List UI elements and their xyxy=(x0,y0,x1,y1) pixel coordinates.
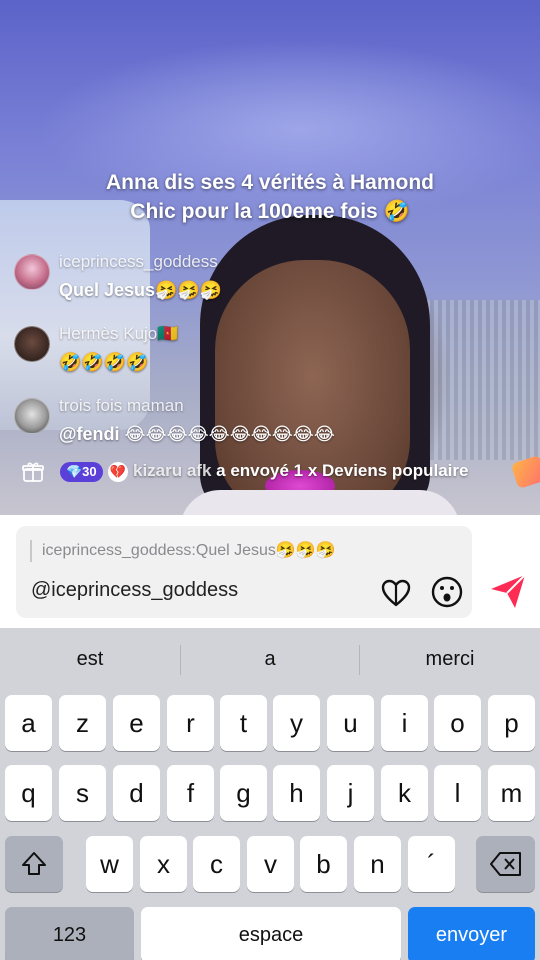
key[interactable]: u xyxy=(327,695,374,751)
gift-thumbnail-icon xyxy=(510,455,540,489)
key[interactable]: s xyxy=(59,765,106,821)
key[interactable]: o xyxy=(434,695,481,751)
comment-input-value[interactable]: @iceprincess_goddess xyxy=(31,579,238,602)
avatar[interactable] xyxy=(14,398,50,434)
key[interactable]: a xyxy=(5,695,52,751)
comment-username[interactable]: Hermès Kujo🇨🇲 xyxy=(59,324,178,344)
backspace-icon xyxy=(489,852,521,876)
streamer-shirt xyxy=(180,490,460,515)
comment-composer: iceprincess_goddess:Quel Jesus🤧🤧🤧 @icepr… xyxy=(0,515,540,628)
gift-text: kizaru afk a envoyé 1 x Deviens populair… xyxy=(133,461,468,481)
comment-text: Quel Jesus🤧🤧🤧 xyxy=(59,280,223,300)
live-caption: Anna dis ses 4 vérités à Hamond Chic pou… xyxy=(106,171,434,223)
comment-item[interactable]: iceprincess_goddess Quel Jesus🤧🤧🤧 xyxy=(14,250,534,320)
shift-key[interactable] xyxy=(5,836,63,892)
gift-event-row: 💎30 💔 kizaru afk a envoyé 1 x Deviens po… xyxy=(20,455,540,489)
key[interactable]: f xyxy=(167,765,214,821)
key[interactable]: h xyxy=(273,765,320,821)
key[interactable]: x xyxy=(140,836,187,892)
key[interactable]: z xyxy=(59,695,106,751)
key[interactable]: k xyxy=(381,765,428,821)
level-badge: 💎30 xyxy=(60,462,103,482)
gift-message: a envoyé 1 x Deviens populaire xyxy=(211,461,469,480)
key[interactable]: p xyxy=(488,695,535,751)
comment-item[interactable]: trois fois maman @fendi 😂😂😂😂😂😂😂😂😂😂 xyxy=(14,394,534,464)
comment-text: @fendi 😂😂😂😂😂😂😂😂😂😂 xyxy=(59,424,335,444)
emoji-icon[interactable] xyxy=(430,575,464,609)
space-key[interactable]: espace xyxy=(141,907,401,960)
fan-heart-badge: 💔 xyxy=(108,462,128,482)
gift-icon[interactable] xyxy=(22,461,44,483)
avatar[interactable] xyxy=(14,254,50,290)
comment-username[interactable]: iceprincess_goddess xyxy=(59,252,218,272)
key[interactable]: j xyxy=(327,765,374,821)
key[interactable]: g xyxy=(220,765,267,821)
gift-sender-username[interactable]: kizaru afk xyxy=(133,461,211,480)
key[interactable]: m xyxy=(488,765,535,821)
reply-quote: iceprincess_goddess:Quel Jesus🤧🤧🤧 xyxy=(30,540,336,562)
avatar[interactable] xyxy=(14,326,50,362)
key[interactable]: r xyxy=(167,695,214,751)
suggestion-bar: est a merci xyxy=(0,628,540,690)
key[interactable]: t xyxy=(220,695,267,751)
accent-key[interactable]: ´ xyxy=(408,836,455,892)
key[interactable]: d xyxy=(113,765,160,821)
comment-username[interactable]: trois fois maman xyxy=(59,396,184,416)
keyboard: est a merci a z e r t y u i o p q s d f … xyxy=(0,628,540,960)
suggestion-item[interactable]: a xyxy=(180,628,360,690)
key[interactable]: v xyxy=(247,836,294,892)
key[interactable]: y xyxy=(273,695,320,751)
backspace-key[interactable] xyxy=(476,836,535,892)
comment-item[interactable]: Hermès Kujo🇨🇲 🤣🤣🤣🤣 xyxy=(14,322,534,392)
key[interactable]: b xyxy=(300,836,347,892)
heart-icon[interactable] xyxy=(380,577,412,609)
send-key[interactable]: envoyer xyxy=(408,907,535,960)
key[interactable]: l xyxy=(434,765,481,821)
shift-icon xyxy=(22,852,46,875)
key[interactable]: n xyxy=(354,836,401,892)
key[interactable]: w xyxy=(86,836,133,892)
comment-text: 🤣🤣🤣🤣 xyxy=(59,352,149,372)
suggestion-item[interactable]: merci xyxy=(360,628,540,690)
live-video[interactable]: Anna dis ses 4 vérités à Hamond Chic pou… xyxy=(0,0,540,515)
key[interactable]: c xyxy=(193,836,240,892)
suggestion-item[interactable]: est xyxy=(0,628,180,690)
key[interactable]: i xyxy=(381,695,428,751)
key[interactable]: q xyxy=(5,765,52,821)
key[interactable]: e xyxy=(113,695,160,751)
numbers-key[interactable]: 123 xyxy=(5,907,134,960)
send-icon[interactable] xyxy=(488,572,528,610)
